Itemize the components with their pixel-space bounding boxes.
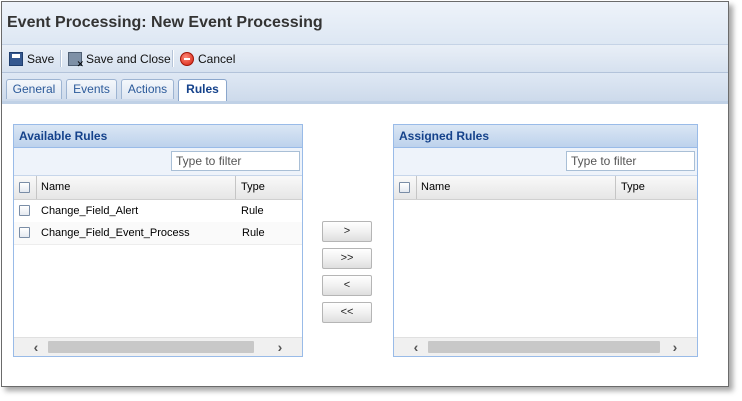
tab-general[interactable]: General [6, 79, 62, 99]
available-type-column-header[interactable]: Type [241, 181, 265, 193]
assigned-rules-panel: Assigned Rules Name Type ‹ › [393, 124, 698, 357]
tab-strip: General Events Actions Rules [2, 73, 728, 104]
scrollbar-thumb[interactable] [48, 341, 254, 353]
save-label: Save [27, 52, 55, 66]
tab-actions[interactable]: Actions [121, 79, 174, 99]
table-row[interactable]: Change_Field_Alert Rule [14, 200, 302, 223]
scroll-right-icon[interactable]: › [272, 339, 288, 355]
assigned-rules-title: Assigned Rules [394, 125, 697, 148]
available-name-column-header[interactable]: Name [41, 181, 70, 193]
cancel-icon [180, 52, 194, 66]
column-separator [235, 176, 236, 199]
assigned-name-column-header[interactable]: Name [421, 181, 450, 193]
scroll-left-icon[interactable]: ‹ [408, 339, 424, 355]
save-button[interactable]: Save [9, 50, 54, 68]
available-rules-panel: Available Rules Name Type Change_Field_A… [13, 124, 303, 357]
toolbar: Save Save and Close Cancel [2, 45, 728, 73]
available-grid-header: Name Type [14, 176, 302, 200]
assigned-type-column-header[interactable]: Type [621, 181, 645, 193]
save-icon [9, 52, 23, 66]
available-horizontal-scrollbar[interactable]: ‹ › [14, 337, 302, 356]
table-row[interactable]: Change_Field_Event_Process Rule [14, 222, 302, 245]
rule-type: Rule [242, 227, 265, 239]
window-title: Event Processing: New Event Processing [7, 14, 323, 31]
cancel-label: Cancel [198, 52, 236, 66]
tab-events[interactable]: Events [66, 79, 117, 99]
title-bar: Event Processing: New Event Processing [2, 2, 728, 45]
scroll-right-icon[interactable]: › [667, 339, 683, 355]
row-checkbox[interactable] [19, 205, 30, 216]
rule-name: Change_Field_Event_Process [41, 227, 190, 239]
save-and-close-button[interactable]: Save and Close [68, 50, 171, 69]
add-selected-button[interactable]: > [322, 221, 372, 242]
add-all-button[interactable]: >> [322, 248, 372, 269]
assigned-select-all-checkbox[interactable] [399, 182, 410, 193]
available-filter-bar [14, 148, 302, 176]
column-separator [416, 176, 417, 199]
available-select-all-checkbox[interactable] [19, 182, 30, 193]
available-rules-title: Available Rules [14, 125, 302, 148]
remove-selected-button[interactable]: < [322, 275, 372, 296]
event-processing-window: Event Processing: New Event Processing S… [1, 1, 729, 387]
remove-all-button[interactable]: << [322, 302, 372, 323]
rule-name: Change_Field_Alert [41, 205, 139, 217]
scrollbar-thumb[interactable] [428, 341, 660, 353]
assigned-grid-header: Name Type [394, 176, 697, 200]
column-separator [36, 176, 37, 199]
assigned-filter-bar [394, 148, 697, 176]
rule-type: Rule [241, 205, 264, 217]
column-separator [615, 176, 616, 199]
save-and-close-icon [68, 52, 84, 69]
toolbar-separator [60, 50, 62, 67]
tab-rules[interactable]: Rules [178, 79, 227, 101]
cancel-button[interactable]: Cancel [180, 50, 235, 68]
toolbar-separator [172, 50, 174, 67]
assigned-filter-input[interactable] [566, 151, 695, 171]
save-and-close-label: Save and Close [86, 52, 171, 66]
assigned-horizontal-scrollbar[interactable]: ‹ › [394, 337, 697, 356]
row-checkbox[interactable] [19, 227, 30, 238]
rules-tab-content: Available Rules Name Type Change_Field_A… [2, 104, 728, 386]
available-filter-input[interactable] [171, 151, 300, 171]
scroll-left-icon[interactable]: ‹ [28, 339, 44, 355]
